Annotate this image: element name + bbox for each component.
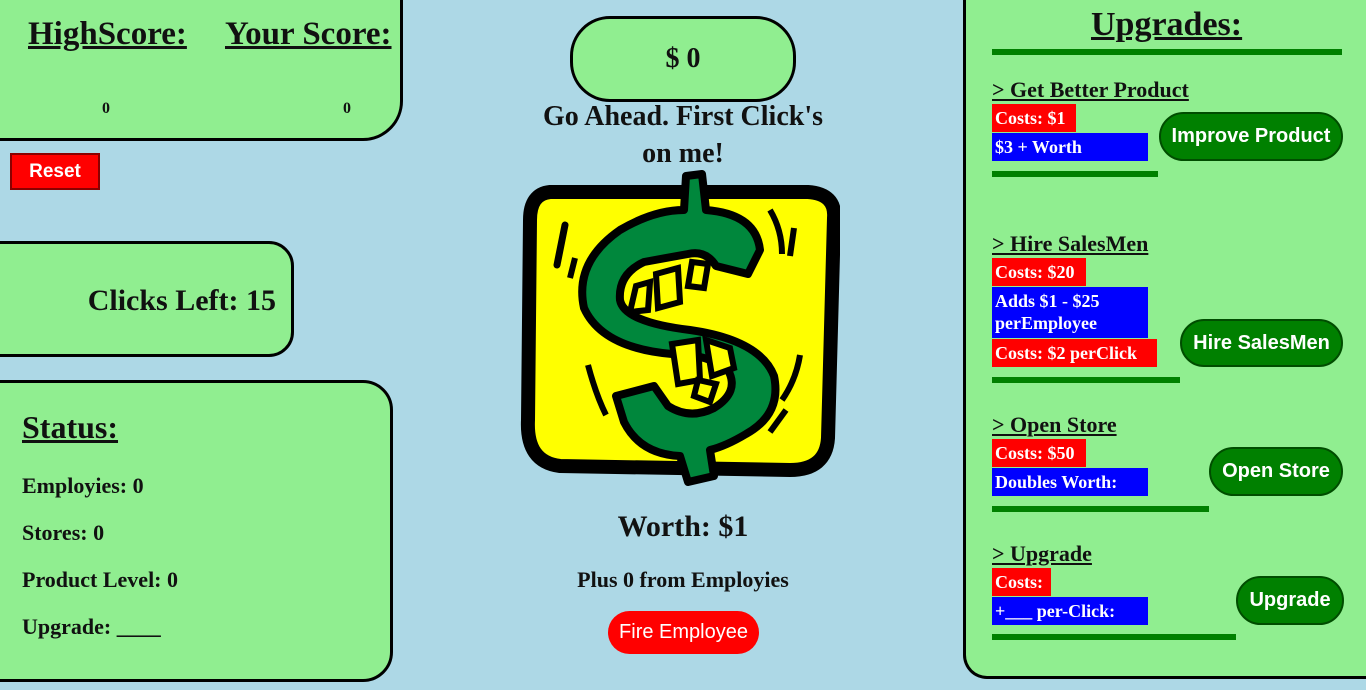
clicks-left-panel: Clicks Left: 15 [0,241,294,357]
fire-employee-button[interactable]: Fire Employee [608,611,759,654]
upgrades-title: Upgrades: [1091,6,1243,43]
progress-bar-upgrade [992,634,1236,640]
dollar-click-button[interactable] [520,170,842,488]
status-title: Status: [22,409,119,445]
status-panel: Status: Employies: 0 Stores: 0 Product L… [0,380,393,682]
hire-salesmen-button[interactable]: Hire SalesMen [1180,319,1343,367]
extra-cost-label-salesmen: Costs: $2 perClick [992,339,1157,367]
upgrades-panel: Upgrades: > Get Better Product Costs: $1… [963,0,1366,679]
hint-message: Go Ahead. First Click's on me! [542,101,823,169]
cost-label-salesmen: Costs: $20 [992,258,1086,286]
highscore-value: 0 [102,100,110,117]
title-divider [992,49,1342,55]
money-display: $ 0 [570,16,796,102]
cost-label-upgrade: Costs: [992,568,1051,596]
status-employees: Employies: 0 [22,473,144,498]
employee-bonus-text: Plus 0 from Employies [577,567,789,592]
progress-bar-product [992,171,1158,177]
status-upgrade: Upgrade: ____ [22,614,161,639]
desc-label-store: Doubles Worth: [992,468,1148,496]
reset-button[interactable]: Reset [10,153,100,190]
upgrade-heading-upgrade: > Upgrade [992,541,1092,566]
status-stores: Stores: 0 [22,520,105,545]
cost-label-product: Costs: $1 [992,104,1076,132]
yourscore-value: 0 [343,100,351,117]
upgrade-heading-product: > Get Better Product [992,77,1189,102]
dollar-sign-icon [520,170,842,486]
clicks-left-text: Clicks Left: 15 [87,284,276,317]
status-product-level: Product Level: 0 [22,567,179,592]
improve-product-button[interactable]: Improve Product [1159,112,1343,161]
upgrade-button[interactable]: Upgrade [1236,576,1344,625]
upgrade-heading-salesmen: > Hire SalesMen [992,231,1149,256]
open-store-button[interactable]: Open Store [1209,447,1343,496]
yourscore-label: Your Score: [225,16,392,52]
desc-label-salesmen: Adds $1 - $25 perEmployee [992,287,1148,338]
progress-bar-store [992,506,1209,512]
highscore-label: HighScore: [28,16,187,52]
upgrade-heading-store: > Open Store [992,412,1117,437]
worth-text: Worth: $1 [617,510,749,543]
cost-label-store: Costs: $50 [992,439,1086,467]
desc-label-product: $3 + Worth [992,133,1148,161]
score-panel: HighScore: Your Score: 0 0 [0,0,403,141]
desc-label-upgrade: +___ per-Click: [992,597,1148,625]
progress-bar-salesmen [992,377,1180,383]
